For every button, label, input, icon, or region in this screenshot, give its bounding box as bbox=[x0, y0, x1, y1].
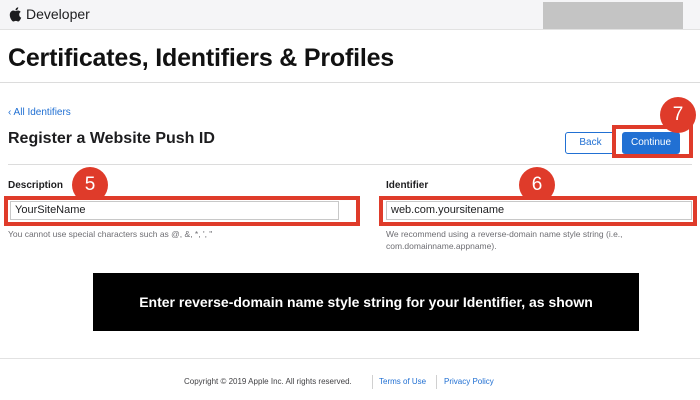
section-divider bbox=[8, 164, 692, 165]
identifier-hint-line-2: com.domainname.appname). bbox=[386, 241, 497, 251]
copyright-text: Copyright © 2019 Apple Inc. All rights r… bbox=[184, 377, 352, 386]
footer: Copyright © 2019 Apple Inc. All rights r… bbox=[0, 375, 700, 389]
apple-icon bbox=[8, 6, 22, 22]
all-identifiers-link[interactable]: ‹ All Identifiers bbox=[8, 107, 71, 118]
step-7-badge: 7 bbox=[660, 97, 696, 133]
footer-separator bbox=[436, 375, 437, 389]
developer-home-link[interactable]: Developer bbox=[8, 6, 90, 22]
page-title: Certificates, Identifiers & Profiles bbox=[8, 44, 394, 72]
footer-divider bbox=[0, 358, 700, 359]
search-field-redacted[interactable] bbox=[543, 2, 683, 29]
instruction-banner: Enter reverse-domain name style string f… bbox=[93, 273, 639, 331]
brand-label: Developer bbox=[26, 6, 90, 22]
terms-of-use-link[interactable]: Terms of Use bbox=[379, 377, 426, 386]
identifier-label: Identifier bbox=[386, 180, 429, 191]
global-nav-bar: Developer bbox=[0, 0, 700, 30]
identifier-input[interactable]: web.com.yoursitename bbox=[386, 201, 692, 220]
description-label: Description bbox=[8, 180, 64, 191]
privacy-policy-link[interactable]: Privacy Policy bbox=[444, 377, 494, 386]
title-divider bbox=[0, 82, 700, 83]
footer-separator bbox=[372, 375, 373, 389]
section-title: Register a Website Push ID bbox=[8, 130, 215, 147]
description-input[interactable]: YourSiteName bbox=[10, 201, 339, 220]
back-button[interactable]: Back bbox=[565, 132, 616, 154]
description-hint: You cannot use special characters such a… bbox=[8, 229, 213, 239]
